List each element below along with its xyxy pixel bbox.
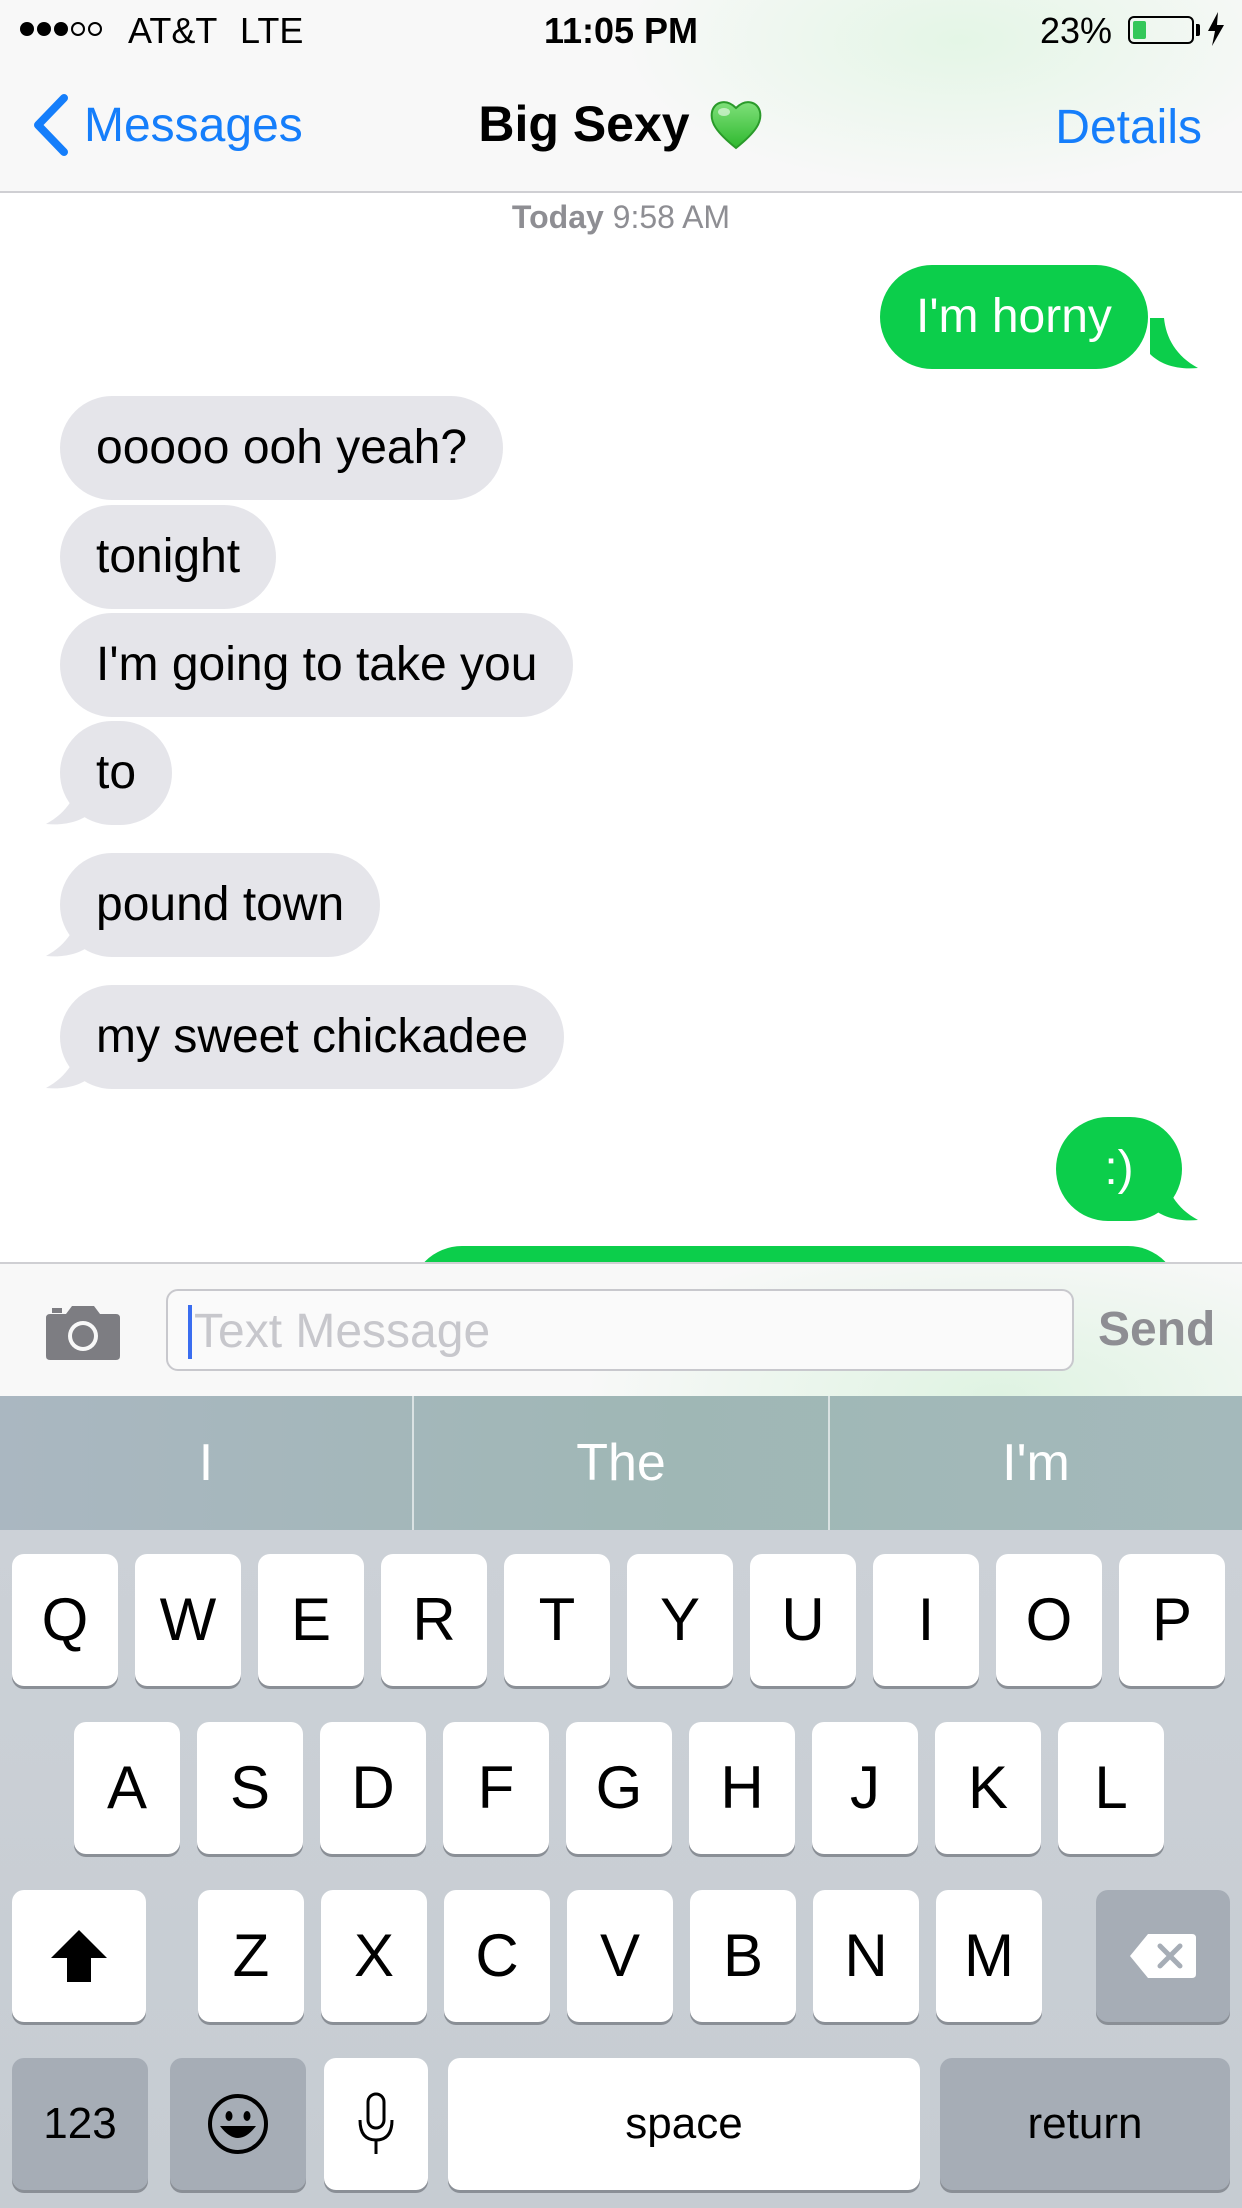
text-cursor (188, 1305, 192, 1359)
backspace-icon (1130, 1934, 1196, 1978)
letter-key[interactable]: K (935, 1722, 1041, 1854)
received-bubble-tail (46, 1038, 94, 1089)
letter-key[interactable]: R (381, 1554, 487, 1686)
received-message-bubble[interactable]: ooooo ooh yeah? (60, 396, 504, 500)
letter-key[interactable]: M (936, 1890, 1042, 2022)
letter-key[interactable]: O (996, 1554, 1102, 1686)
prediction-suggestion[interactable]: I'm (830, 1396, 1242, 1530)
shift-key[interactable] (12, 1890, 146, 2022)
letter-key[interactable]: B (690, 1890, 796, 2022)
battery-icon (1128, 16, 1194, 44)
prediction-suggestion[interactable]: The (414, 1396, 828, 1530)
letter-key[interactable]: W (135, 1554, 241, 1686)
letter-key[interactable]: F (443, 1722, 549, 1854)
prediction-suggestion[interactable]: I (0, 1396, 412, 1530)
letter-key[interactable]: V (567, 1890, 673, 2022)
letter-key[interactable]: L (1058, 1722, 1164, 1854)
letter-key[interactable]: A (74, 1722, 180, 1854)
numbers-key[interactable]: 123 (12, 2058, 148, 2190)
battery-level-fill (1133, 21, 1146, 39)
camera-icon[interactable] (44, 1302, 122, 1362)
text-message-input[interactable]: Text Message (166, 1289, 1074, 1371)
letter-key[interactable]: N (813, 1890, 919, 2022)
sent-message-bubble[interactable]: I'm horny (880, 265, 1148, 369)
received-bubble-tail (46, 906, 94, 957)
letter-key[interactable]: I (873, 1554, 979, 1686)
keyboard: I The I'm QWERTYUIOP ASDFGHJKL ZXCVBNM 1… (0, 1396, 1242, 2208)
letter-key[interactable]: H (689, 1722, 795, 1854)
letter-key[interactable]: P (1119, 1554, 1225, 1686)
microphone-icon (358, 2092, 394, 2154)
emoji-icon (208, 2094, 268, 2154)
received-message-bubble[interactable]: pound town (60, 853, 381, 957)
letter-key[interactable]: S (197, 1722, 303, 1854)
received-message-bubble[interactable]: my sweet chickadee (60, 985, 565, 1089)
input-placeholder: Text Message (194, 1305, 491, 1358)
navigation-header: AT&T LTE 11:05 PM 23% Messages Big Sexy (0, 0, 1242, 193)
predictive-text-bar: I The I'm (0, 1396, 1242, 1530)
timestamp-time: 9:58 AM (612, 199, 731, 235)
message-input-bar: Text Message Send (0, 1262, 1242, 1398)
battery-percentage: 23% (1040, 10, 1113, 51)
letter-key[interactable]: Q (12, 1554, 118, 1686)
green-heart-emoji (710, 101, 761, 150)
space-key[interactable]: space (448, 2058, 920, 2190)
sent-bubble-tail (1150, 1170, 1198, 1221)
backspace-key[interactable] (1096, 1890, 1230, 2022)
send-button[interactable]: Send (1098, 1302, 1215, 1357)
letter-key[interactable]: X (321, 1890, 427, 2022)
sent-bubble-tail (1150, 318, 1198, 369)
letter-key[interactable]: C (444, 1890, 550, 2022)
timestamp-day: Today (511, 199, 604, 235)
emoji-key[interactable] (170, 2058, 306, 2190)
return-key[interactable]: return (940, 2058, 1230, 2190)
letter-key[interactable]: D (320, 1722, 426, 1854)
details-button[interactable]: Details (1055, 100, 1202, 155)
received-message-bubble[interactable]: tonight (60, 505, 277, 609)
contact-name: Big Sexy (478, 96, 690, 152)
letter-key[interactable]: Y (627, 1554, 733, 1686)
status-bar: AT&T LTE 11:05 PM 23% (0, 0, 1242, 60)
received-message-bubble[interactable]: I'm going to take you (60, 613, 574, 717)
battery-nub (1196, 24, 1200, 36)
letter-key[interactable]: G (566, 1722, 672, 1854)
letter-key[interactable]: U (750, 1554, 856, 1686)
message-timestamp: Today 9:58 AM (0, 199, 1242, 236)
shift-icon (51, 1930, 107, 1982)
letter-key[interactable]: T (504, 1554, 610, 1686)
letter-key[interactable]: Z (198, 1890, 304, 2022)
charging-bolt-icon (1208, 12, 1224, 46)
letter-key[interactable]: J (812, 1722, 918, 1854)
dictation-key[interactable] (324, 2058, 428, 2190)
received-bubble-tail (46, 774, 94, 825)
letter-key[interactable]: E (258, 1554, 364, 1686)
